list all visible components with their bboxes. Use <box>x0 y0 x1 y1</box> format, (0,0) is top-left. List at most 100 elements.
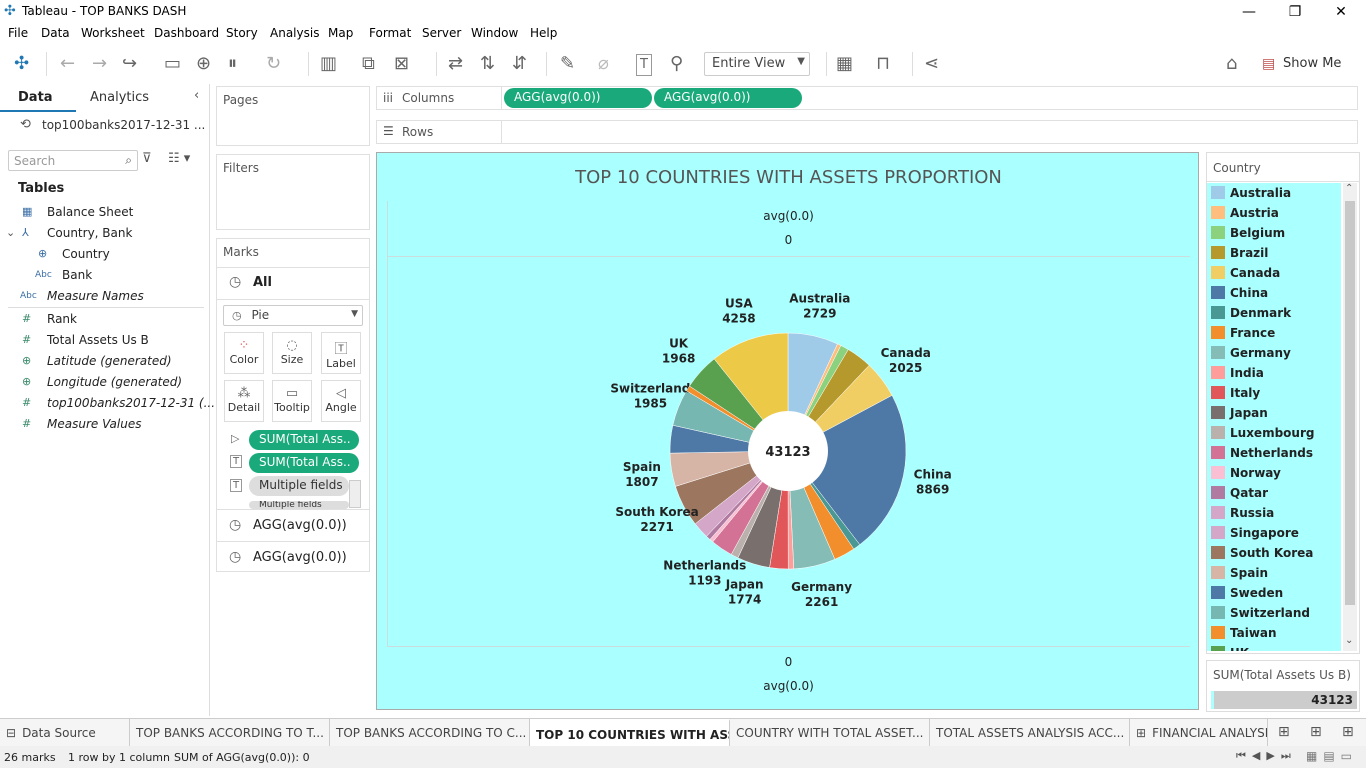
legend-item[interactable]: China <box>1211 283 1339 303</box>
sort-descending-icon[interactable]: ⇵ <box>512 54 527 74</box>
legend-item[interactable]: Brazil <box>1211 243 1339 263</box>
legend-scrollbar[interactable]: ⌃ ⌄ <box>1343 183 1357 651</box>
save-icon[interactable]: ▭ <box>164 54 181 74</box>
field-measure-names[interactable]: Measure Names <box>47 289 144 303</box>
sheet-navigation-icons[interactable]: ⏮◀▶⏭ <box>1236 749 1297 763</box>
tab-sheet[interactable]: TOTAL ASSETS ANALYSIS ACC... <box>930 719 1130 747</box>
tab-dashboard[interactable]: ⊞ FINANCIAL ANALYSI <box>1130 719 1268 747</box>
pie-chart[interactable]: Australia 2729 Canada 2025 China 8869 Germany 2… <box>377 153 1200 711</box>
search-input[interactable]: Search ⌕ <box>8 150 138 171</box>
legend-item[interactable]: India <box>1211 363 1339 383</box>
legend-item[interactable]: Canada <box>1211 263 1339 283</box>
legend-item[interactable]: France <box>1211 323 1339 343</box>
marks-all-label[interactable]: All <box>253 275 272 290</box>
share-icon[interactable]: ⋖ <box>924 54 939 74</box>
view-options-icon[interactable]: ☷ ▾ <box>168 151 190 166</box>
legend-item[interactable]: Spain <box>1211 563 1339 583</box>
show-cards-icon[interactable]: ▦ <box>836 54 853 74</box>
legend-item[interactable]: Japan <box>1211 403 1339 423</box>
new-worksheet-icon[interactable]: ⊞ <box>1278 724 1290 740</box>
pages-shelf[interactable]: Pages <box>216 86 370 146</box>
mark-type-dropdown[interactable]: ◷ Pie ▼ <box>223 305 363 326</box>
label-pill[interactable]: SUM(Total Ass.. <box>249 453 359 473</box>
chevron-down-icon[interactable]: ⌄ <box>6 226 15 239</box>
tab-sheet[interactable]: TOP BANKS ACCORDING TO T... <box>130 719 330 747</box>
rows-shelf[interactable]: ☰ Rows <box>376 120 1358 144</box>
legend-item[interactable]: Belgium <box>1211 223 1339 243</box>
tab-data-source[interactable]: ⊟ Data Source <box>0 719 130 747</box>
menu-data[interactable]: Data <box>41 26 70 40</box>
highlight-icon[interactable]: ✎ <box>560 54 575 74</box>
legend-item[interactable]: Denmark <box>1211 303 1339 323</box>
field-total-assets[interactable]: Total Assets Us B <box>47 333 149 347</box>
undo-icon[interactable]: ← <box>60 54 75 74</box>
field-balance-sheet[interactable]: Balance Sheet <box>47 205 133 219</box>
tab-data[interactable]: Data <box>18 90 53 105</box>
menu-worksheet[interactable]: Worksheet <box>81 26 145 40</box>
minimize-button[interactable]: — <box>1226 2 1272 22</box>
tab-sheet[interactable]: COUNTRY WITH TOTAL ASSET... <box>730 719 930 747</box>
menu-analysis[interactable]: Analysis <box>270 26 319 40</box>
clear-sheet-icon[interactable]: ⊠ <box>394 54 409 74</box>
tableau-home-icon[interactable]: ✣ <box>14 54 29 74</box>
show-me-button[interactable]: Show Me <box>1283 56 1341 71</box>
viz-canvas[interactable]: TOP 10 COUNTRIES WITH ASSETS PROPORTION … <box>376 152 1199 710</box>
marks-agg-label[interactable]: AGG(avg(0.0)) <box>253 518 347 533</box>
field-measure-values[interactable]: Measure Values <box>47 417 141 431</box>
sort-ascending-icon[interactable]: ⇅ <box>480 54 495 74</box>
scroll-thumb[interactable] <box>1345 201 1355 605</box>
legend-item[interactable]: Switzerland <box>1211 603 1339 623</box>
legend-item[interactable]: Luxembourg <box>1211 423 1339 443</box>
presentation-mode-icon[interactable]: ⊓ <box>876 54 890 74</box>
field-record-count[interactable]: top100banks2017-12-31 (... <box>47 396 215 410</box>
group-members-icon[interactable]: ⌀ <box>598 54 609 74</box>
menu-dashboard[interactable]: Dashboard <box>154 26 219 40</box>
close-button[interactable]: ✕ <box>1318 2 1364 22</box>
legend-item[interactable]: Austria <box>1211 203 1339 223</box>
field-country[interactable]: Country <box>62 247 110 261</box>
columns-shelf[interactable]: iii Columns AGG(avg(0.0)) AGG(avg(0.0)) <box>376 86 1358 110</box>
angle-button[interactable]: ◁ Angle <box>321 380 361 422</box>
new-story-icon[interactable]: ⊞ <box>1342 724 1354 740</box>
legend-item[interactable]: South Korea <box>1211 543 1339 563</box>
multiple-fields-pill[interactable]: Multiple fields <box>249 501 349 509</box>
menu-server[interactable]: Server <box>422 26 461 40</box>
replay-icon[interactable]: ↪ <box>122 54 137 74</box>
label-button[interactable]: 🅃 Label <box>321 332 361 374</box>
new-dashboard-icon[interactable]: ⊞ <box>1310 724 1322 740</box>
legend-item[interactable]: Germany <box>1211 343 1339 363</box>
legend-item[interactable]: Norway <box>1211 463 1339 483</box>
refresh-icon[interactable]: ↻ <box>266 54 281 74</box>
angle-pill[interactable]: SUM(Total Ass.. <box>249 430 359 450</box>
column-pill[interactable]: AGG(avg(0.0)) <box>504 88 652 108</box>
collapse-pane-icon[interactable]: ‹ <box>194 88 199 103</box>
menu-map[interactable]: Map <box>328 26 353 40</box>
chevron-down-icon[interactable]: ⌄ <box>1345 635 1353 646</box>
size-button[interactable]: ◌ Size <box>272 332 312 374</box>
tab-sheet[interactable]: TOP BANKS ACCORDING TO C... <box>330 719 530 747</box>
detail-button[interactable]: ⁂ Detail <box>224 380 264 422</box>
field-latitude[interactable]: Latitude (generated) <box>47 354 172 368</box>
field-rank[interactable]: Rank <box>47 312 77 326</box>
menu-help[interactable]: Help <box>530 26 557 40</box>
filters-shelf[interactable]: Filters <box>216 154 370 230</box>
legend-item[interactable]: Sweden <box>1211 583 1339 603</box>
marks-agg-label[interactable]: AGG(avg(0.0)) <box>253 550 347 565</box>
tab-analytics[interactable]: Analytics <box>90 90 149 105</box>
field-bank[interactable]: Bank <box>62 268 92 282</box>
swap-rows-columns-icon[interactable]: ⇄ <box>448 54 463 74</box>
marks-scrollbar[interactable] <box>349 480 361 508</box>
legend-item[interactable]: Russia <box>1211 503 1339 523</box>
highlighter-icon[interactable]: ⌂ <box>1226 54 1237 74</box>
show-mark-labels-icon[interactable]: T <box>636 54 652 76</box>
pause-updates-icon[interactable]: ⏸ <box>228 54 237 74</box>
legend-item[interactable]: Italy <box>1211 383 1339 403</box>
legend-item[interactable]: Singapore <box>1211 523 1339 543</box>
sheet-view-icons[interactable]: ▦▤▭ <box>1306 749 1358 763</box>
field-longitude[interactable]: Longitude (generated) <box>47 375 182 389</box>
menu-story[interactable]: Story <box>226 26 258 40</box>
field-country-bank[interactable]: Country, Bank <box>47 226 132 240</box>
multiple-fields-pill[interactable]: Multiple fields <box>249 476 349 496</box>
legend-item[interactable]: Qatar <box>1211 483 1339 503</box>
legend-item[interactable]: Taiwan <box>1211 623 1339 643</box>
